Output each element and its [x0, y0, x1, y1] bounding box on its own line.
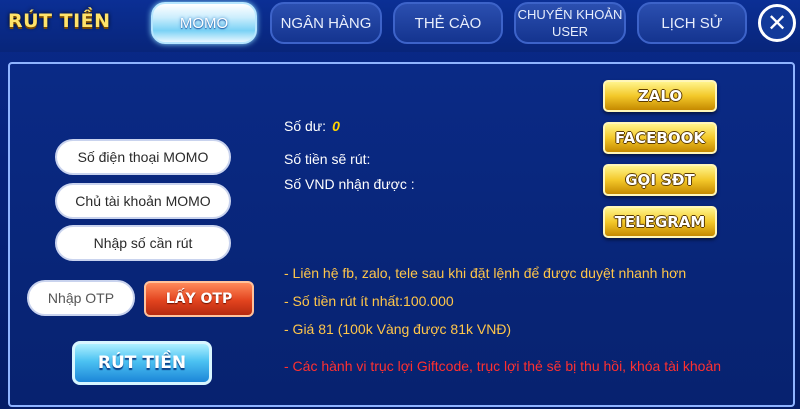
get-otp-button[interactable]: LẤY OTP: [144, 281, 254, 317]
tab-momo[interactable]: MOMO: [151, 2, 257, 44]
warning-text: - Các hành vi trục lợi Giftcode, trục lợ…: [284, 358, 722, 374]
tab-the-cao[interactable]: THẺ CÀO: [393, 2, 503, 44]
amount-input[interactable]: Nhập số cần rút: [55, 225, 231, 261]
note-contact: - Liên hệ fb, zalo, tele sau khi đặt lện…: [284, 265, 687, 281]
withdraw-button[interactable]: RÚT TIỀN: [72, 341, 212, 385]
tab-chuyen-khoan-user[interactable]: CHUYỂN KHOẢN USER: [514, 2, 626, 44]
otp-input[interactable]: Nhập OTP: [27, 280, 135, 316]
vnd-received-label: Số VND nhận được :: [284, 176, 415, 192]
balance-value: 0: [332, 118, 340, 134]
note-rate: - Giá 81 (100k Vàng được 81k VNĐ): [284, 321, 512, 337]
tab-lich-su[interactable]: LỊCH SỬ: [637, 2, 747, 44]
zalo-button[interactable]: ZALO: [603, 80, 717, 112]
facebook-button[interactable]: FACEBOOK: [603, 122, 717, 154]
balance-row: Số dư: 0: [284, 118, 340, 134]
close-icon: ✕: [766, 9, 788, 37]
account-owner-input[interactable]: Chủ tài khoản MOMO: [55, 183, 231, 219]
call-phone-button[interactable]: GỌI SĐT: [603, 164, 717, 196]
balance-label: Số dư:: [284, 118, 327, 134]
tab-ngan-hang[interactable]: NGÂN HÀNG: [270, 2, 382, 44]
note-minimum: - Số tiền rút ít nhất:100.000: [284, 293, 454, 309]
telegram-button[interactable]: TELEGRAM: [603, 206, 717, 238]
close-button[interactable]: ✕: [758, 4, 796, 42]
phone-input[interactable]: Số điện thoại MOMO: [55, 139, 231, 175]
page-title: RÚT TIỀN: [8, 10, 111, 32]
withdraw-amount-label: Số tiền sẽ rút:: [284, 151, 371, 167]
